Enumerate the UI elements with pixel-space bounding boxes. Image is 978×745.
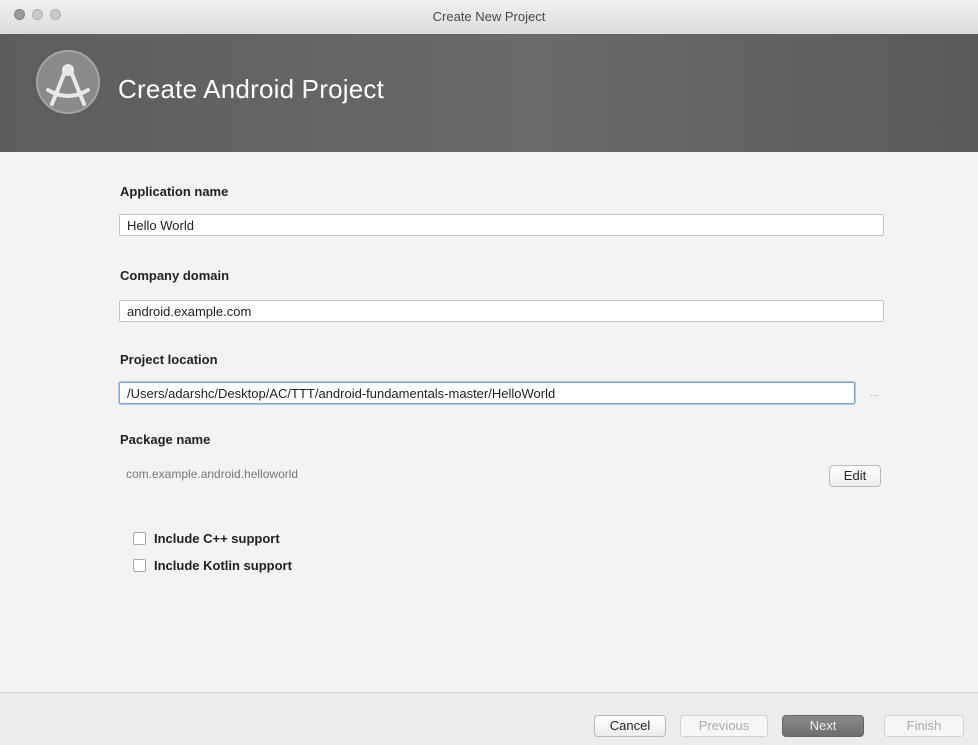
kotlin-support-checkbox[interactable] (133, 559, 146, 572)
window-titlebar: Create New Project (0, 0, 978, 35)
kotlin-support-label: Include Kotlin support (154, 558, 292, 573)
app-name-input[interactable] (119, 214, 884, 236)
package-name-label: Package name (120, 432, 211, 447)
window-title: Create New Project (432, 9, 546, 24)
cpp-support-checkbox[interactable] (133, 532, 146, 545)
finish-button[interactable]: Finish (884, 715, 964, 737)
next-button[interactable]: Next (782, 715, 864, 737)
edit-package-button[interactable]: Edit (829, 465, 881, 487)
package-name-value: com.example.android.helloworld (126, 467, 299, 481)
project-location-label: Project location (120, 352, 218, 367)
company-domain-label: Company domain (120, 268, 230, 283)
app-name-label: Application name (120, 184, 229, 199)
browse-location-button[interactable]: ... (864, 385, 884, 407)
project-location-input[interactable] (119, 382, 855, 404)
android-studio-logo-icon (36, 50, 100, 114)
company-domain-input[interactable] (119, 300, 884, 322)
previous-button[interactable]: Previous (680, 715, 768, 737)
cpp-support-option[interactable]: Include C++ support (133, 531, 280, 546)
kotlin-support-option[interactable]: Include Kotlin support (133, 558, 292, 573)
cancel-button[interactable]: Cancel (594, 715, 666, 737)
cpp-support-label: Include C++ support (154, 531, 280, 546)
page-title: Create Android Project (118, 74, 384, 104)
